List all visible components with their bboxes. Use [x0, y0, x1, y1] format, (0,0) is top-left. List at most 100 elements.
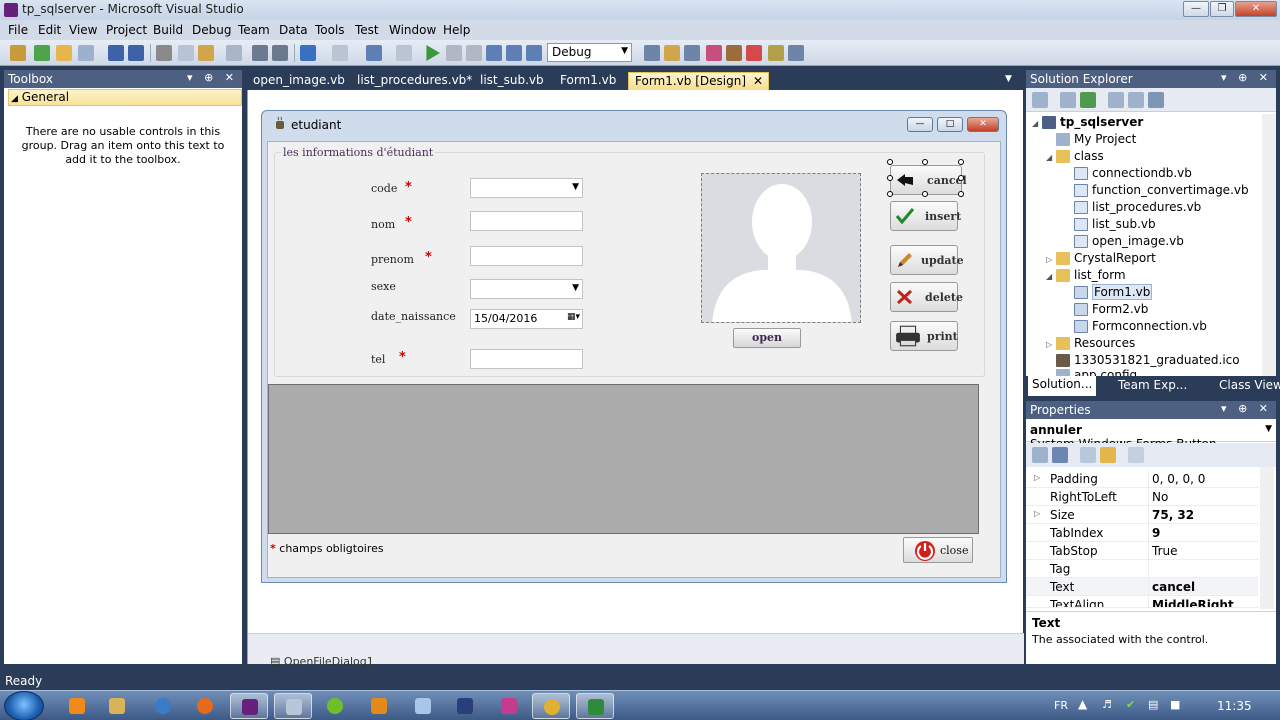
tab-list-procedures[interactable]: list_procedures.vb* [351, 72, 478, 90]
stop-debugging-icon[interactable] [466, 45, 482, 61]
save-all-icon[interactable] [128, 45, 144, 61]
object-browser-icon[interactable] [706, 45, 722, 61]
menu-data[interactable]: Data [279, 23, 308, 37]
network-icon[interactable]: ▤ [1148, 698, 1158, 711]
tree-item-crystalreport-folder[interactable]: ▷ CrystalReport [1046, 251, 1156, 268]
menu-team[interactable]: Team [238, 23, 270, 37]
events-icon[interactable] [1100, 447, 1116, 463]
save-icon[interactable] [108, 45, 124, 61]
close-form-button[interactable]: close [903, 537, 973, 563]
action-center-icon[interactable]: ✔ [1126, 698, 1135, 711]
step-into-icon[interactable] [486, 45, 502, 61]
clock[interactable]: 11:35 [1217, 699, 1252, 713]
tree-item-form1-selected[interactable]: Form1.vb [1074, 284, 1153, 302]
view-designer-icon[interactable] [1128, 92, 1144, 108]
taskbar-app-orange[interactable] [360, 693, 398, 719]
open-image-button[interactable]: open [733, 328, 801, 348]
close-tab-icon[interactable]: ✕ [753, 74, 763, 88]
menu-edit[interactable]: Edit [38, 23, 61, 37]
form-etudiant[interactable]: etudiant — □ ✕ les informations d'étudia… [261, 110, 1007, 583]
taskbar-chrome[interactable] [532, 693, 570, 719]
paste-icon[interactable] [198, 45, 214, 61]
taskbar-visual-studio[interactable] [230, 693, 268, 719]
find-icon[interactable] [226, 45, 242, 61]
uncomment-icon[interactable] [272, 45, 288, 61]
tab-form1-design[interactable]: Form1.vb [Design] ✕ [628, 72, 770, 90]
property-value[interactable]: MiddleRight [1152, 598, 1234, 607]
date-naissance-picker[interactable]: 15/04/2016 ▦▾ [470, 309, 583, 329]
open-file-icon[interactable] [56, 45, 72, 61]
properties-icon[interactable] [1032, 92, 1048, 108]
sexe-combobox[interactable]: ▼ [470, 279, 583, 299]
tree-item-file[interactable]: app.config [1056, 368, 1137, 376]
menu-view[interactable]: View [69, 23, 97, 37]
panel-pin-close-icons[interactable]: ▾ ⊕ ✕ [1221, 402, 1272, 415]
tab-dropdown-icon[interactable]: ▼ [1005, 74, 1012, 84]
delete-button[interactable]: delete [890, 282, 963, 312]
start-page-icon[interactable] [746, 45, 762, 61]
selection-handle[interactable] [958, 159, 964, 165]
object-selector[interactable]: annuler System.Windows.Forms.Button ▼ [1026, 420, 1276, 451]
redo-icon[interactable] [332, 45, 348, 61]
property-row[interactable]: ▷ Padding 0, 0, 0, 0 [1026, 470, 1258, 488]
menu-build[interactable]: Build [153, 23, 183, 37]
selection-handle[interactable] [887, 159, 893, 165]
tree-item-file[interactable]: Form2.vb [1074, 302, 1148, 319]
add-item-icon[interactable] [34, 45, 50, 61]
language-indicator[interactable]: FR [1054, 699, 1068, 712]
nom-textbox[interactable] [470, 211, 583, 231]
print-button[interactable]: print [890, 321, 958, 351]
toolbox-group-general[interactable]: ◢ General [8, 89, 242, 106]
comment-icon[interactable] [252, 45, 268, 61]
tree-item-class-folder[interactable]: ◢ class [1046, 149, 1104, 166]
tree-item-resources-folder[interactable]: ▷ Resources [1046, 336, 1135, 353]
taskbar-explorer[interactable] [98, 693, 136, 719]
selection-handle[interactable] [958, 191, 964, 197]
menu-help[interactable]: Help [443, 23, 470, 37]
tel-textbox[interactable] [470, 349, 583, 369]
property-row[interactable]: RightToLeft No [1026, 488, 1258, 506]
find-in-files-icon[interactable] [644, 45, 660, 61]
solution-configuration-select[interactable]: Debug ▼ [547, 43, 632, 62]
menu-test[interactable]: Test [355, 23, 379, 37]
property-row[interactable]: ▷ Size 75, 32 [1026, 506, 1258, 524]
property-row[interactable]: TextAlign MiddleRight [1026, 596, 1258, 608]
code-combobox[interactable]: ▼ [470, 178, 583, 198]
tray-chevron-icon[interactable]: ▲ [1078, 697, 1087, 711]
properties-view-icon[interactable] [1080, 447, 1096, 463]
solution-explorer-toolbar-icon[interactable] [664, 45, 680, 61]
panel-pin-close-icons[interactable]: ▾ ⊕ ✕ [187, 71, 238, 84]
properties-window-icon[interactable] [684, 45, 700, 61]
taskbar-firefox[interactable] [186, 693, 224, 719]
command-window-icon[interactable] [788, 45, 804, 61]
properties-scrollbar[interactable] [1260, 467, 1274, 609]
property-value[interactable]: True [1152, 544, 1178, 558]
tree-item-file[interactable]: function_convertimage.vb [1074, 183, 1249, 200]
copy-icon[interactable] [178, 45, 194, 61]
undo-icon[interactable] [300, 45, 316, 61]
restore-button[interactable]: ❐ [1210, 1, 1234, 17]
menu-tools[interactable]: Tools [315, 23, 345, 37]
selection-handle[interactable] [887, 175, 893, 181]
add-new-item-icon[interactable] [78, 45, 94, 61]
tree-item-file[interactable]: open_image.vb [1074, 234, 1184, 251]
update-button[interactable]: update [890, 245, 964, 275]
tab-form1[interactable]: Form1.vb [554, 72, 622, 90]
speaker-icon[interactable]: ♬ [1102, 698, 1112, 711]
property-row[interactable]: Tag [1026, 560, 1258, 578]
navigate-backward-icon[interactable] [366, 45, 382, 61]
taskbar-network[interactable] [144, 693, 182, 719]
selection-handle[interactable] [922, 191, 928, 197]
tree-item-list-form-folder[interactable]: ◢ list_form [1046, 268, 1126, 285]
menu-debug[interactable]: Debug [192, 23, 231, 37]
new-project-icon[interactable] [10, 45, 26, 61]
tree-item-file[interactable]: list_sub.vb [1074, 217, 1156, 234]
panel-pin-close-icons[interactable]: ▾ ⊕ ✕ [1221, 71, 1272, 84]
calendar-icon[interactable]: ▦▾ [567, 312, 580, 322]
close-window-button[interactable]: ✕ [1235, 1, 1277, 17]
menu-project[interactable]: Project [106, 23, 147, 37]
minimize-button[interactable]: — [1183, 1, 1209, 17]
selection-handle[interactable] [887, 191, 893, 197]
form-minimize-button[interactable]: — [907, 117, 933, 132]
start-button[interactable] [4, 691, 44, 720]
